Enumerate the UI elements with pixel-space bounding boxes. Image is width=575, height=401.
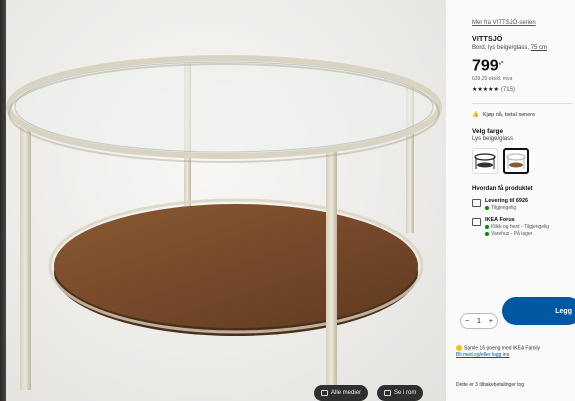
product-name: VITTSJÖ	[472, 36, 503, 43]
family-icon	[456, 345, 462, 351]
shipping-label: Levering til 6926	[485, 198, 529, 205]
table-photo	[6, 55, 442, 390]
price-ex-vat: 639,20 ekskl. mva	[472, 76, 513, 83]
rating-count: (715)	[500, 86, 515, 93]
rating[interactable]: ★★★★★ (715)	[472, 86, 569, 94]
status-dot-icon	[485, 232, 489, 237]
color-value: Lys beige/glass	[472, 136, 514, 143]
shipping-row[interactable]: Levering til 6926 Tilgjengelig	[472, 198, 569, 211]
front-left-leg	[20, 125, 31, 390]
store-stock: Varehus - På lager	[491, 231, 533, 238]
price-suffix: ,-	[498, 57, 504, 66]
status-dot-icon	[485, 206, 489, 211]
swatch-black-brown[interactable]	[472, 148, 498, 175]
glass-top	[6, 55, 442, 159]
family-login-link[interactable]: Bli med og/eller logg inn	[456, 352, 566, 359]
product-description: Bord, lys beige/glass, 75 cm	[472, 45, 569, 51]
shipping-status: Tilgjengelig	[491, 205, 517, 212]
product-image[interactable]	[6, 0, 446, 401]
image-icon	[321, 390, 328, 396]
klarna-row[interactable]: 👍 Kjøp nå, betal senere	[472, 112, 569, 118]
store-clickcollect: Klikk og hent - Tilgjengelig	[491, 224, 550, 231]
all-media-button[interactable]: Alle medier	[314, 385, 369, 401]
qty-minus-button[interactable]: −	[465, 318, 469, 325]
product-description-text: Bord, lys beige/glass,	[472, 45, 530, 51]
color-title: Velg farge	[472, 128, 504, 136]
divider	[472, 103, 572, 105]
product-info-panel: Mer fra VITTSJÖ-serien VITTSJÖ Bord, lys…	[446, 0, 575, 401]
rating-stars-icon: ★★★★★	[472, 87, 499, 94]
store-icon	[472, 218, 481, 227]
product-size-link[interactable]: 75 cm	[531, 45, 547, 51]
cube-icon	[384, 390, 391, 396]
series-link[interactable]: Mer fra VITTSJÖ-serien	[472, 20, 569, 26]
price: 799,-	[472, 57, 569, 75]
status-dot-icon	[485, 225, 489, 230]
swatch-beige-selected[interactable]	[503, 148, 529, 175]
qty-plus-button[interactable]: +	[489, 318, 493, 325]
qty-value[interactable]: 1	[477, 318, 481, 325]
delivery-title: Hvordan få produktet	[472, 186, 533, 193]
all-media-label: Alle medier	[331, 390, 362, 396]
swatch-black-table-icon	[474, 153, 496, 170]
add-to-cart-button[interactable]: Legg	[502, 297, 575, 325]
family-points: Samle 16 poeng med IKEA Family Bli med o…	[456, 345, 566, 358]
thumbs-up-icon: 👍	[472, 112, 479, 119]
see-in-room-label: Se i rom	[394, 390, 417, 396]
screen: Mer fra VITTSJÖ-serien VITTSJÖ Bord, lys…	[0, 0, 575, 401]
quantity-stepper[interactable]: − 1 +	[460, 313, 498, 329]
front-right-leg	[326, 148, 337, 388]
wooden-shelf	[54, 204, 418, 328]
color-swatches	[472, 148, 569, 175]
swatch-beige-table-icon	[506, 153, 526, 170]
store-row[interactable]: IKEA Forus Klikk og hent - Tilgjengelig …	[472, 217, 569, 237]
truck-icon	[472, 199, 481, 208]
see-in-room-button[interactable]: Se i rom	[377, 385, 424, 401]
klarna-label: Kjøp nå, betal senere	[482, 112, 536, 119]
footer-note: Dette er 3 tilbakebetalinger tog	[456, 382, 525, 388]
store-name: IKEA Forus	[485, 217, 515, 224]
price-main: 799	[472, 57, 499, 75]
family-line1: Samle 16 poeng med IKEA Family	[464, 345, 541, 352]
